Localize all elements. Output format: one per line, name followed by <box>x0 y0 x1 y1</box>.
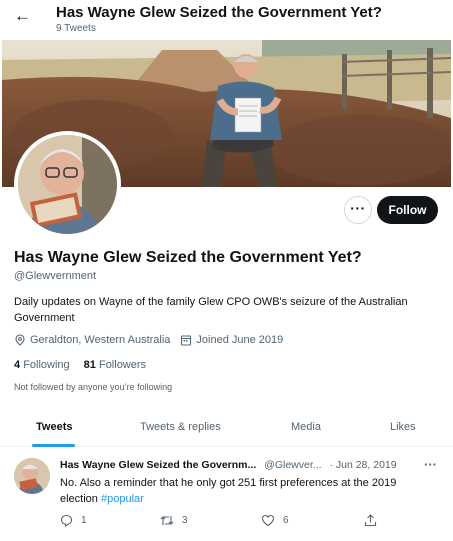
profile-location: Geraldton, Western Australia <box>14 334 170 346</box>
follow-counts: 4 Following 81 Followers <box>14 359 146 371</box>
profile-handle: @Glewvernment <box>14 270 97 282</box>
profile-bio: Daily updates on Wayne of the family Gle… <box>14 296 408 324</box>
like-button[interactable]: 6 <box>261 514 289 527</box>
reply-button[interactable]: 1 <box>60 514 87 527</box>
not-followed-note: Not followed by anyone you’re following <box>14 382 173 392</box>
profile-name: Has Wayne Glew Seized the Government Yet… <box>14 249 362 266</box>
tweet-handle[interactable]: @Glewver... <box>264 459 321 471</box>
retweet-icon <box>160 516 174 525</box>
following-link[interactable]: 4 Following <box>14 359 70 371</box>
back-arrow-icon[interactable]: ← <box>14 6 31 26</box>
header-tweet-count: 9 Tweets <box>56 23 96 34</box>
follow-button[interactable]: Follow <box>377 196 438 224</box>
tweet-author[interactable]: Has Wayne Glew Seized the Governm... <box>60 459 256 471</box>
retweet-count: 3 <box>182 515 188 526</box>
tweet-item[interactable]: Has Wayne Glew Seized the Governm... @Gl… <box>0 448 453 541</box>
retweet-button[interactable]: 3 <box>160 514 188 527</box>
calendar-icon <box>181 335 192 346</box>
avatar-image <box>18 135 117 234</box>
share-button[interactable] <box>364 514 377 527</box>
tweet-date[interactable]: · Jun 28, 2019 <box>329 459 396 471</box>
profile-header-bar: ← Has Wayne Glew Seized the Government Y… <box>0 0 453 40</box>
tab-tweets[interactable]: Tweets <box>36 421 72 433</box>
like-count: 6 <box>283 515 289 526</box>
tab-media[interactable]: Media <box>291 421 321 433</box>
profile-tabs: Tweets Tweets & replies Media Likes <box>0 411 453 447</box>
location-pin-icon <box>15 334 25 346</box>
heart-icon <box>261 514 275 527</box>
active-tab-indicator <box>32 444 75 447</box>
tweet-hashtag[interactable]: #popular <box>101 493 144 505</box>
tweet-text: No. Also a reminder that he only got 251… <box>60 475 430 507</box>
tab-tweets-replies[interactable]: Tweets & replies <box>140 421 221 433</box>
share-icon <box>364 514 377 527</box>
profile-avatar[interactable] <box>14 131 121 238</box>
tab-likes[interactable]: Likes <box>390 421 416 433</box>
joined-text: Joined June 2019 <box>196 334 284 346</box>
tweet-avatar-image <box>14 458 50 494</box>
tweet-avatar[interactable] <box>14 458 50 494</box>
profile-meta: Geraldton, Western Australia Joined June… <box>14 334 283 346</box>
tweet-header: Has Wayne Glew Seized the Governm... @Gl… <box>60 459 397 471</box>
reply-icon <box>60 514 73 527</box>
reply-count: 1 <box>81 515 87 526</box>
followers-link[interactable]: 81 Followers <box>84 359 146 371</box>
tweet-more-icon[interactable]: ··· <box>424 457 437 472</box>
header-title: Has Wayne Glew Seized the Government Yet… <box>56 4 382 21</box>
more-options-button[interactable]: ··· <box>344 196 372 224</box>
profile-joined: Joined June 2019 <box>180 334 283 346</box>
location-text: Geraldton, Western Australia <box>30 334 171 346</box>
tweet-actions: 1 3 6 <box>60 514 390 528</box>
